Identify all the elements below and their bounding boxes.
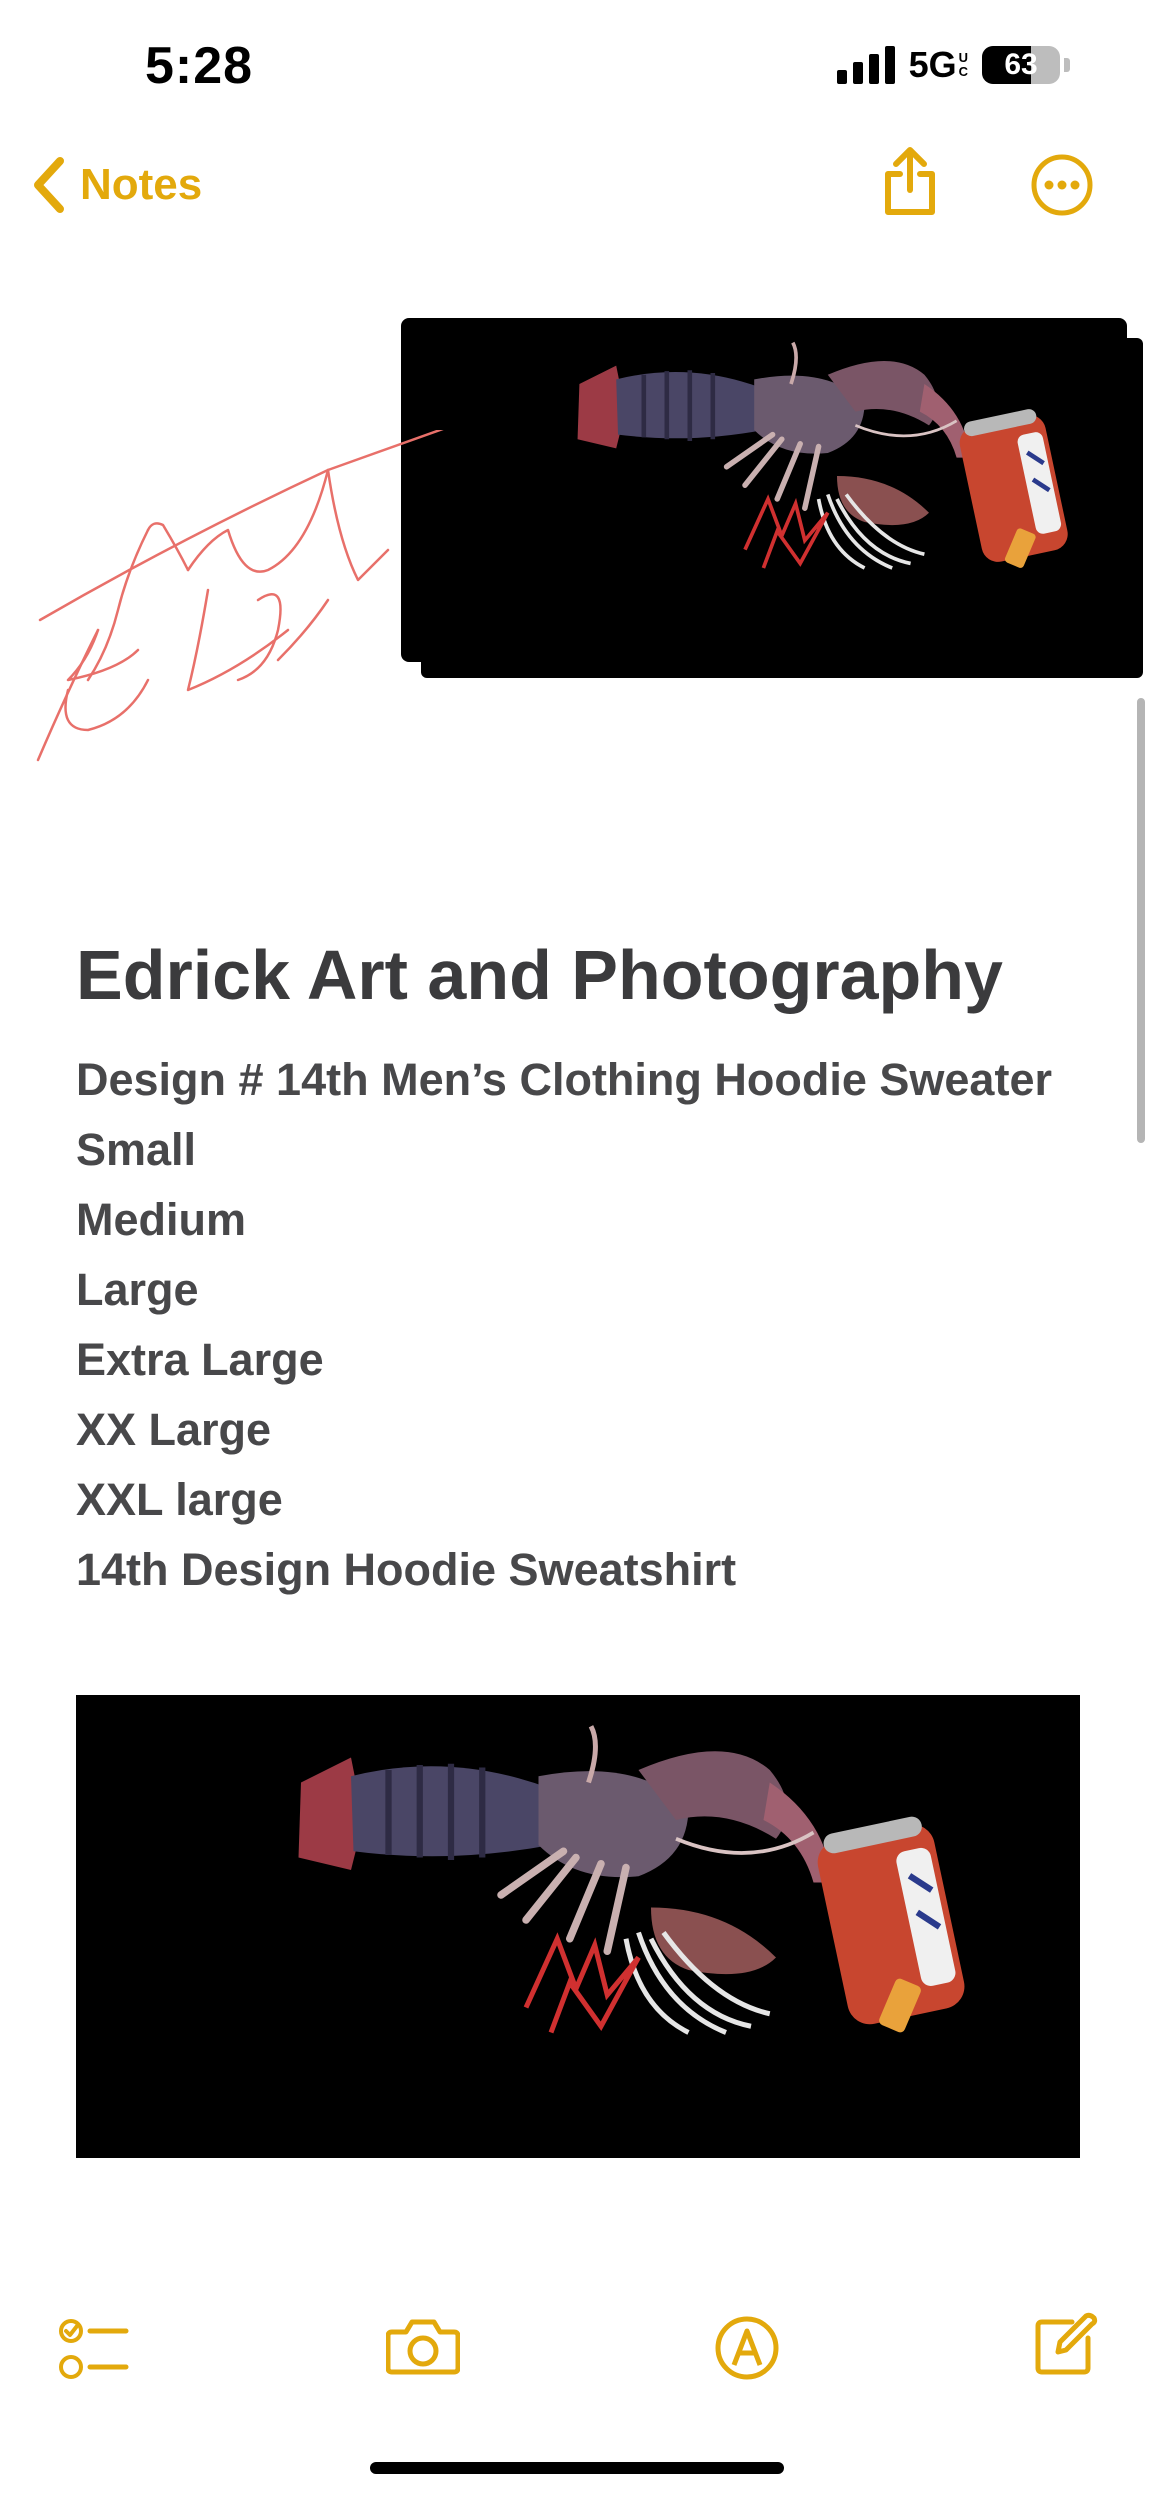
back-label: Notes: [80, 160, 203, 209]
markup-button[interactable]: [714, 2315, 780, 2386]
more-button[interactable]: [1030, 153, 1094, 222]
status-indicators: 5G U C 63: [836, 44, 1070, 86]
note-line[interactable]: Design # 14th Men’s Clothing Hoodie Swea…: [76, 1045, 1052, 1115]
note-image-bottom[interactable]: [76, 1695, 1080, 2158]
network-type: 5G U C: [909, 44, 968, 86]
ellipsis-circle-icon: [1031, 154, 1093, 216]
camera-icon: [385, 2319, 461, 2375]
battery-cap: [1064, 58, 1070, 72]
note-line[interactable]: Extra Large: [76, 1325, 1052, 1395]
share-icon: [885, 147, 935, 215]
checklist-button[interactable]: [58, 2318, 130, 2387]
scroll-indicator[interactable]: [1137, 698, 1145, 1143]
signature-sketch: [36, 430, 444, 762]
battery-level: 63: [1004, 48, 1038, 81]
note-line[interactable]: Large: [76, 1255, 1052, 1325]
status-time: 5:28: [145, 37, 254, 95]
note-line[interactable]: XX Large: [76, 1395, 1052, 1465]
markup-pen-icon: [715, 2316, 779, 2380]
share-button[interactable]: [880, 146, 940, 223]
crayfish-with-beer-can-image: [298, 1725, 965, 2035]
camera-button[interactable]: [385, 2316, 461, 2381]
back-button[interactable]: Notes: [30, 150, 202, 220]
chevron-left-icon: [34, 157, 64, 213]
checklist-icon: [59, 2319, 129, 2379]
note-body[interactable]: Design # 14th Men’s Clothing Hoodie Swea…: [76, 1045, 1052, 1605]
note-line[interactable]: Small: [76, 1115, 1052, 1185]
crayfish-with-beer-can-image: [577, 341, 1068, 570]
note-line[interactable]: Medium: [76, 1185, 1052, 1255]
network-badge: U C: [958, 50, 968, 79]
network-label: 5G: [908, 44, 957, 85]
compose-button[interactable]: [1032, 2312, 1098, 2383]
compose-icon: [1035, 2312, 1098, 2375]
battery-icon: 63: [982, 46, 1060, 84]
status-bar: 5:28 5G U C 63: [0, 0, 1155, 140]
note-image-top[interactable]: [401, 318, 1127, 662]
note-title[interactable]: Edrick Art and Photography: [76, 935, 1003, 1015]
cellular-signal-icon: [836, 46, 895, 84]
home-indicator[interactable]: [370, 2462, 784, 2474]
note-line[interactable]: 14th Design Hoodie Sweatshirt: [76, 1535, 1052, 1605]
note-line[interactable]: XXL large: [76, 1465, 1052, 1535]
